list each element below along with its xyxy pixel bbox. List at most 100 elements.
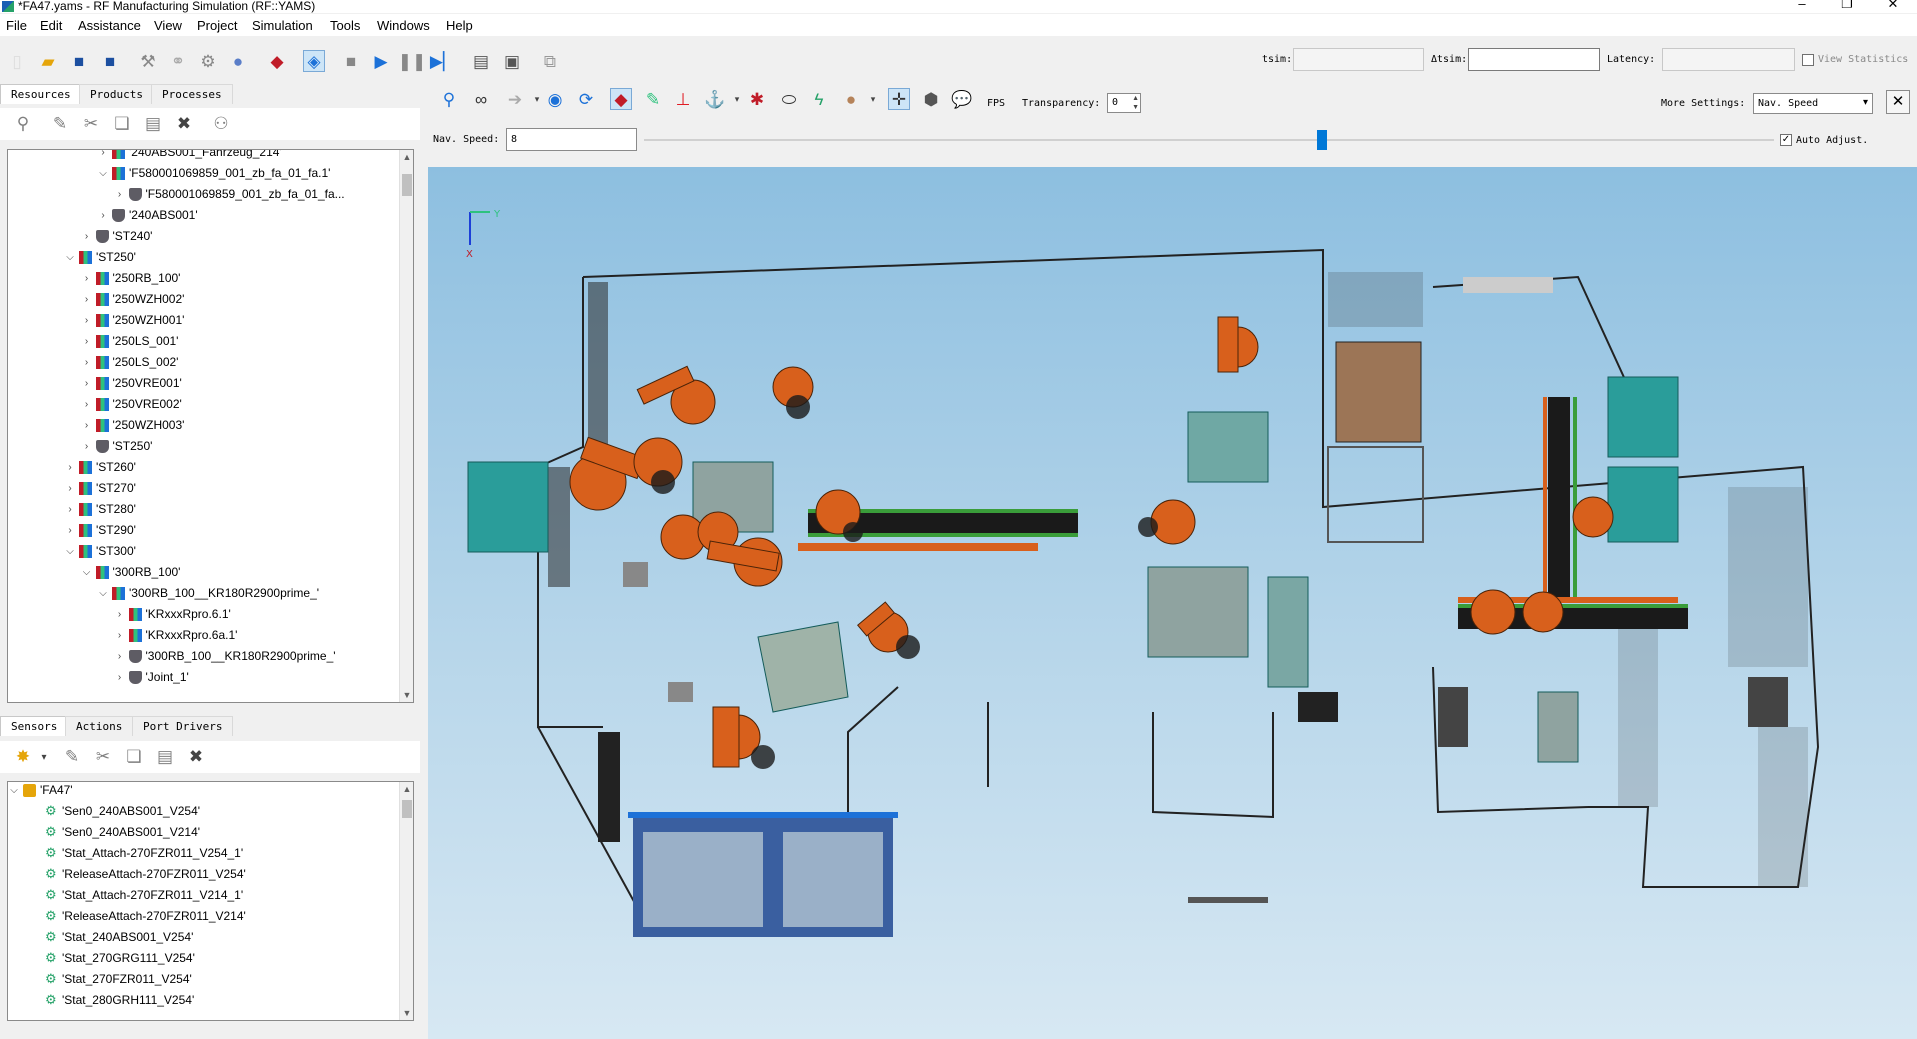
sensor-row[interactable]: ⚙ 'Stat_270GRG111_V254' (8, 948, 398, 969)
nav-speed-slider[interactable] (644, 139, 1774, 141)
tree-row[interactable]: › 'F580001069859_001_zb_fa_01_fa... (8, 184, 398, 205)
copy-icon[interactable]: ❏ (111, 113, 133, 135)
axes-icon[interactable]: ⊥ (672, 88, 694, 110)
nav-speed-field[interactable]: 8 (506, 128, 637, 151)
tree-row[interactable]: › '250RB_100' (8, 268, 398, 289)
tree-row[interactable]: › 'Joint_1' (8, 667, 398, 688)
tree-row[interactable]: ⌵ 'ST250' (8, 247, 398, 268)
menu-edit[interactable]: Edit (40, 18, 62, 33)
delete-icon[interactable]: ✖ (173, 113, 195, 135)
cut-icon[interactable]: ✂ (92, 746, 114, 768)
link-tool-icon[interactable]: ⚭ (167, 50, 189, 72)
view3d-icon[interactable]: ◈ (303, 50, 325, 72)
auto-adjust-checkbox[interactable]: ✓ (1780, 134, 1792, 146)
step-icon[interactable]: ▶▏ (430, 50, 456, 72)
anchor-icon[interactable]: ⚓ (704, 88, 726, 110)
chevron-right-icon[interactable]: › (114, 625, 126, 646)
chevron-down-icon[interactable]: ⌵ (64, 541, 76, 562)
chevron-down-icon[interactable]: ⌵ (97, 583, 109, 604)
chevron-down-icon[interactable]: ⌵ (64, 247, 76, 268)
resources-scrollbar[interactable]: ▲ ▼ (399, 150, 413, 702)
nav-speed-slider-thumb[interactable] (1317, 130, 1327, 150)
tree-row[interactable]: › 'ST270' (8, 478, 398, 499)
paste-icon[interactable]: ▤ (154, 746, 176, 768)
window-view-icon[interactable]: ▣ (501, 50, 523, 72)
chevron-right-icon[interactable]: › (81, 268, 93, 289)
chevron-right-icon[interactable]: › (114, 604, 126, 625)
cut-icon[interactable]: ✂ (80, 113, 102, 135)
chevron-right-icon[interactable]: › (81, 289, 93, 310)
tree-row[interactable]: ⌵ 'F580001069859_001_zb_fa_01_fa.1' (8, 163, 398, 184)
latency-field[interactable] (1662, 48, 1795, 71)
tree-row[interactable]: › 'ST240' (8, 226, 398, 247)
sensor-row[interactable]: ⌵ 'FA47' (8, 782, 398, 801)
chevron-right-icon[interactable]: › (114, 646, 126, 667)
chevron-right-icon[interactable]: › (114, 184, 126, 205)
fly-icon[interactable]: ➔ (504, 88, 526, 110)
menu-help[interactable]: Help (446, 18, 473, 33)
menu-windows[interactable]: Windows (377, 18, 430, 33)
3d-scene-viewport[interactable]: Y X (428, 167, 1917, 1039)
resource-icon[interactable]: ◆ (266, 50, 288, 72)
save-icon[interactable]: ■ (68, 50, 90, 72)
resource-view-icon[interactable]: ◆ (610, 88, 632, 110)
sensor-row[interactable]: ⚙ 'Stat_240ABS001_V254' (8, 927, 398, 948)
new-file-icon[interactable]: ▯ (6, 50, 28, 72)
chevron-down-icon[interactable]: ⌵ (81, 562, 93, 583)
menu-project[interactable]: Project (197, 18, 237, 33)
copy-icon[interactable]: ❏ (123, 746, 145, 768)
edit-icon[interactable]: ✎ (49, 113, 71, 135)
menu-view[interactable]: View (154, 18, 182, 33)
user-icon[interactable]: ● (227, 50, 249, 72)
chevron-down-icon[interactable]: ▾ (33, 746, 55, 768)
sensors-scrollbar[interactable]: ▲ ▼ (399, 782, 413, 1020)
chevron-right-icon[interactable]: › (64, 478, 76, 499)
tree-row[interactable]: › 'ST260' (8, 457, 398, 478)
tree-row[interactable]: › 'KRxxxRpro.6.1' (8, 604, 398, 625)
chevron-right-icon[interactable]: › (64, 520, 76, 541)
crosshair-icon[interactable]: ✛ (888, 88, 910, 110)
menu-tools[interactable]: Tools (330, 18, 360, 33)
tree-row[interactable]: › '250LS_001' (8, 331, 398, 352)
ellipse-icon[interactable]: ⬭ (778, 88, 800, 110)
comment-icon[interactable]: 💬 (951, 88, 973, 110)
factory-layout-render[interactable]: Y X (428, 167, 1917, 1039)
chevron-right-icon[interactable]: › (81, 226, 93, 247)
tree-row[interactable]: › '250WZH002' (8, 289, 398, 310)
chevron-right-icon[interactable]: › (81, 373, 93, 394)
tree-row[interactable]: › 'ST290' (8, 520, 398, 541)
chevron-down-icon[interactable]: ⌵ (97, 163, 109, 184)
sensor-row[interactable]: ⚙ 'ReleaseAttach-270FZR011_V214' (8, 906, 398, 927)
chevron-down-icon[interactable]: ▾ (726, 88, 748, 110)
light-icon[interactable]: ● (840, 88, 862, 110)
tree-row[interactable]: ⌵ 'ST300' (8, 541, 398, 562)
view-statistics-checkbox[interactable] (1802, 54, 1814, 66)
robot-tool-icon[interactable]: ⚒ (137, 50, 159, 72)
maximize-button[interactable]: ❐ (1832, 0, 1862, 12)
paste-icon[interactable]: ▤ (142, 113, 164, 135)
close-viewer-settings-button[interactable]: ✕ (1886, 90, 1910, 114)
tab-sensors[interactable]: Sensors (0, 716, 69, 736)
visibility-icon[interactable]: ◉ (544, 88, 566, 110)
lightning-icon[interactable]: ϟ (808, 88, 830, 110)
sensor-row[interactable]: ⚙ 'Sen0_240ABS001_V214' (8, 822, 398, 843)
sensor-row[interactable]: ⚙ 'Stat_280GRH111_V254' (8, 990, 398, 1011)
chevron-right-icon[interactable]: › (81, 415, 93, 436)
tree-row[interactable]: › '250VRE001' (8, 373, 398, 394)
transparency-spinbox[interactable]: 0 ▲ ▼ (1107, 93, 1141, 113)
chevron-right-icon[interactable]: › (81, 436, 93, 457)
tree-row[interactable]: › '250VRE002' (8, 394, 398, 415)
stop-icon[interactable]: ■ (340, 50, 362, 72)
chevron-down-icon[interactable]: ⌵ (8, 782, 20, 801)
collision-icon[interactable]: ✱ (746, 88, 768, 110)
pen-icon[interactable]: ✎ (642, 88, 664, 110)
chevron-right-icon[interactable]: › (81, 394, 93, 415)
tree-row[interactable]: › 'KRxxxRpro.6a.1' (8, 625, 398, 646)
rotate-icon[interactable]: ⟳ (575, 88, 597, 110)
gripper-icon[interactable]: ⚙ (197, 50, 219, 72)
tree-row[interactable]: › '240ABS001' (8, 205, 398, 226)
tab-port-drivers[interactable]: Port Drivers (132, 716, 234, 736)
pause-icon[interactable]: ❚❚ (398, 50, 427, 72)
spin-arrows-icon[interactable]: ▲ ▼ (1132, 94, 1139, 112)
resources-tree[interactable]: ▲ ▼ › '240ABS001_Fahrzeug_214' ⌵ 'F58000106… (7, 149, 414, 703)
